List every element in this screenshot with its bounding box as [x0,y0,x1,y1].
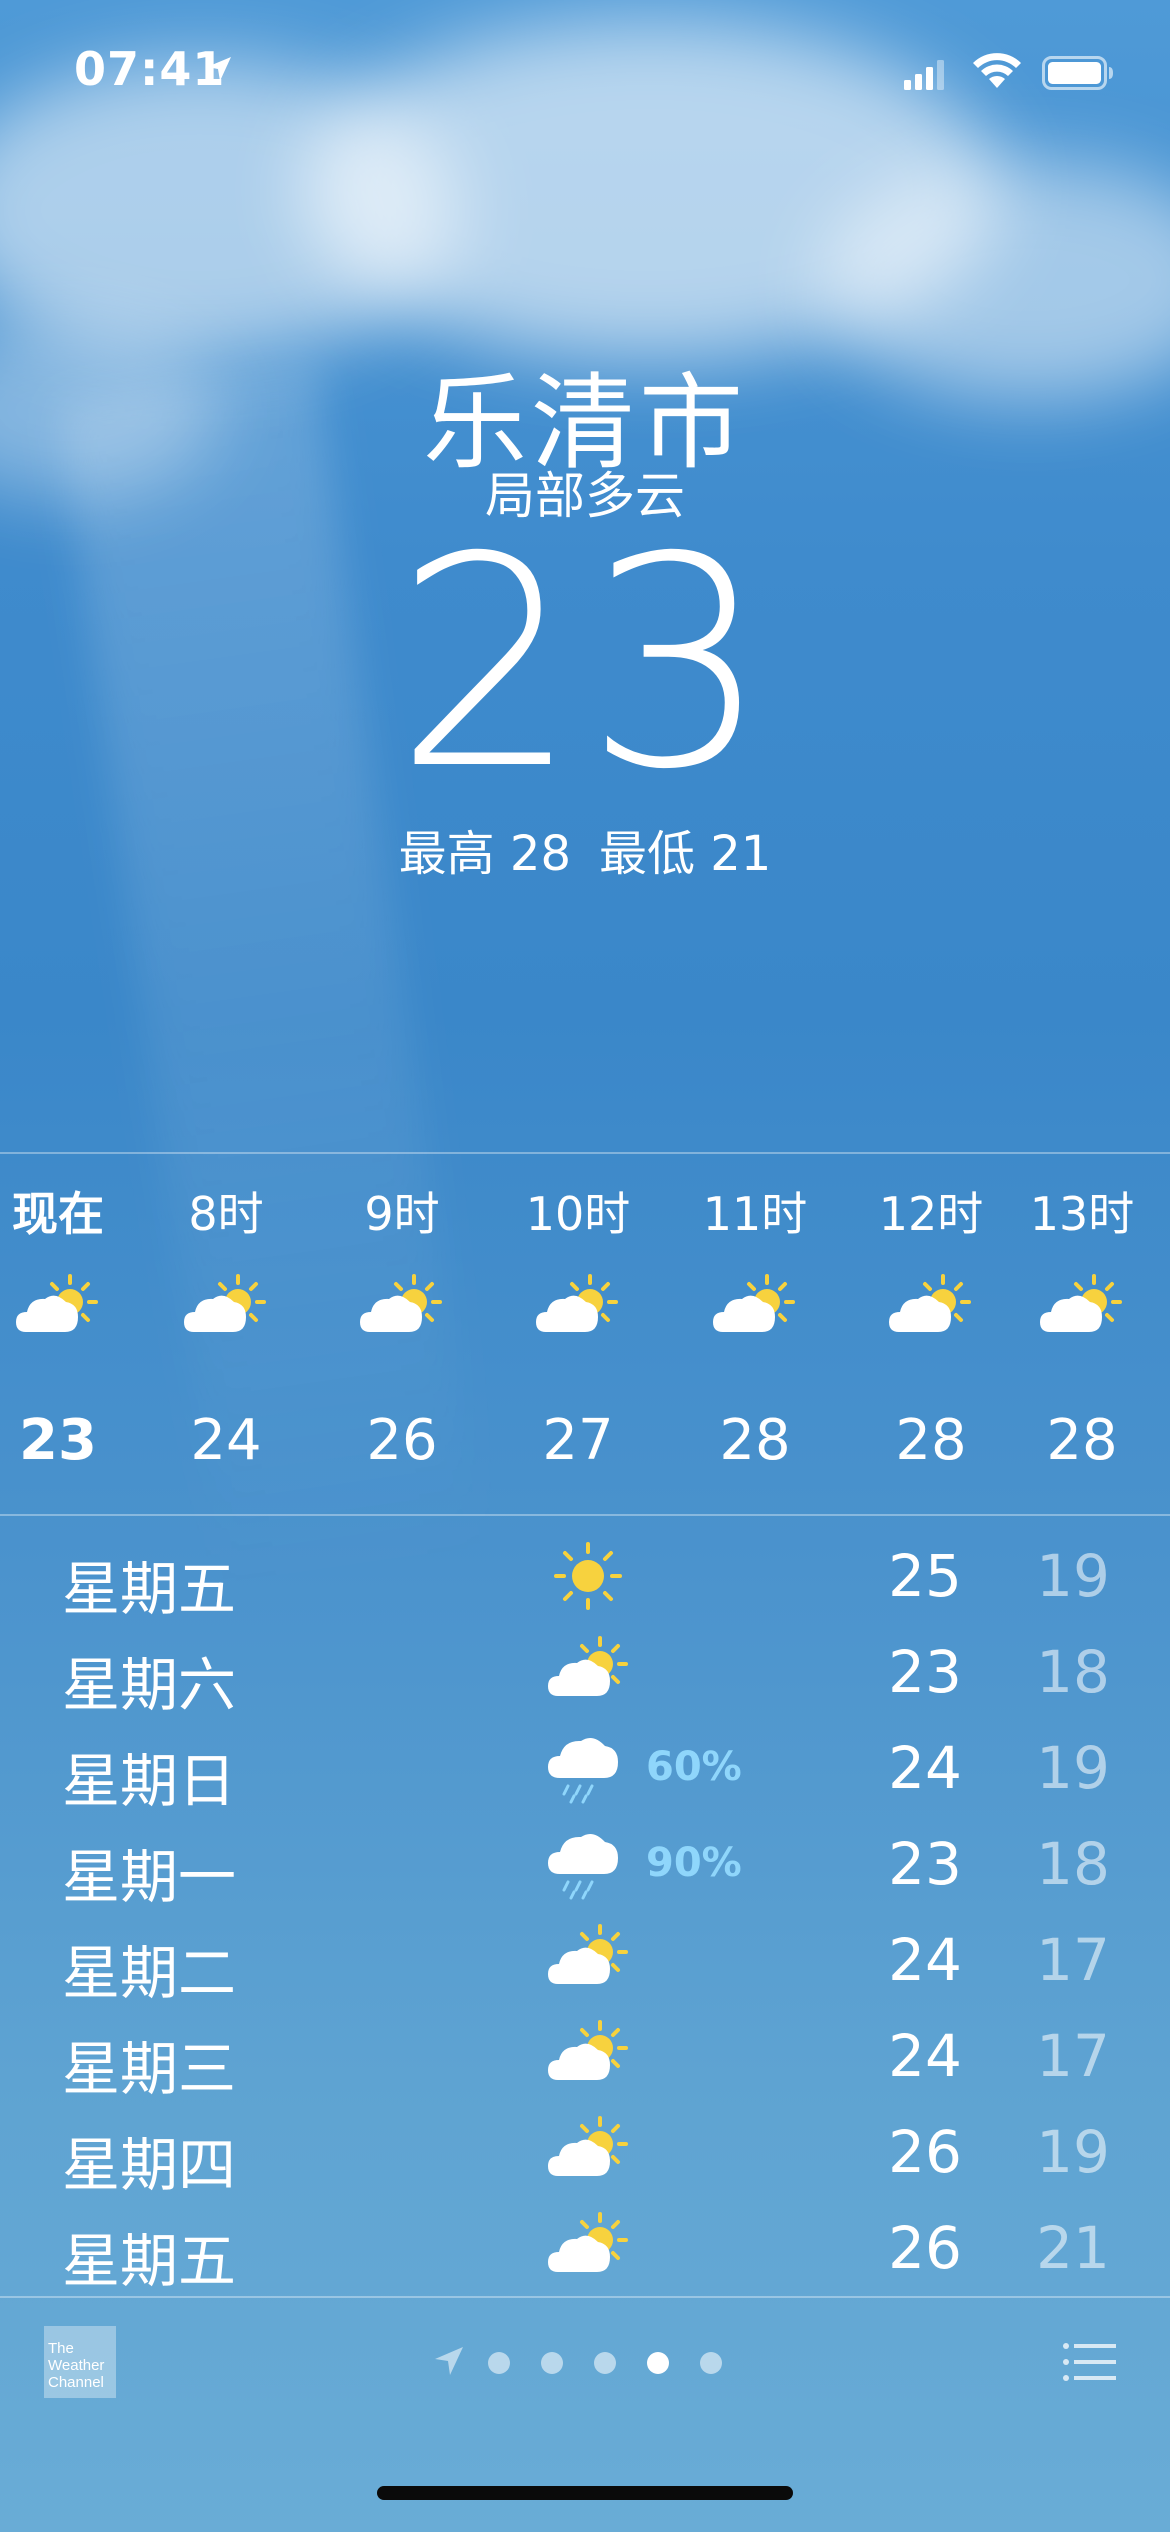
logo-text-line: Channel [48,2374,104,2391]
cellular-signal-icon [904,60,944,90]
list-icon[interactable] [1062,2340,1118,2384]
day-low: 19 [1036,2118,1110,2186]
hourly-item: 9时 26 [314,1156,490,1516]
day-low: 18 [1036,1638,1110,1706]
daily-row: 星期日 60% 24 19 [0,1720,1170,1816]
hour-label: 9时 [364,1187,440,1241]
page-dot[interactable] [541,2352,563,2374]
day-name: 星期五 [62,1555,237,1623]
hour-temperature: 27 [542,1408,614,1473]
partly-cloudy-day-icon [713,1274,795,1334]
current-location-icon[interactable] [432,2344,466,2378]
day-name: 星期四 [62,2131,237,2199]
hour-temperature: 28 [1046,1408,1118,1473]
high-temperature: 最高 28 [398,826,571,882]
page-indicator[interactable] [432,2342,752,2382]
location-arrow-icon [207,57,231,81]
divider [0,2296,1170,2298]
precipitation-chance: 60% [646,1744,742,1790]
sunny-icon [554,1542,622,1610]
daily-row: 星期四 26 19 [0,2104,1170,2200]
daily-row: 星期三 24 17 [0,2008,1170,2104]
day-name: 星期六 [62,1651,237,1719]
day-high: 26 [888,2214,962,2282]
low-temperature: 最低 21 [599,826,772,882]
hour-temperature: 23 [19,1408,97,1473]
day-name: 星期一 [62,1843,237,1911]
hour-label: 13时 [1029,1187,1135,1241]
day-high: 25 [888,1542,962,1610]
partly-cloudy-day-icon [548,2020,628,2082]
hour-temperature: 28 [895,1408,967,1473]
hourly-item: 11时 28 [667,1156,843,1516]
hourly-forecast[interactable]: 现在 23 8时 24 9时 26 10时 27 11时 28 12时 28 1… [0,1156,1170,1516]
status-time: 07:41 [74,42,226,96]
day-high: 24 [888,1926,962,1994]
day-name: 星期三 [62,2035,237,2103]
weather-screen: 07:41 乐清市 局部多云 23 最高 28 最低 21 现在 23 8时 2… [0,0,1170,2532]
precipitation-chance: 90% [646,1840,742,1886]
hour-temperature: 26 [366,1408,438,1473]
page-dot[interactable] [594,2352,616,2374]
logo-text-line: Weather [48,2357,105,2374]
hour-label: 12时 [878,1187,984,1241]
partly-cloudy-day-icon [1040,1274,1122,1334]
hourly-item: 13时 28 [994,1156,1170,1516]
daily-row: 星期一 90% 23 18 [0,1816,1170,1912]
logo-text: The Weather Channel [48,2340,104,2391]
rain-icon [548,1832,620,1900]
day-low: 18 [1036,1830,1110,1898]
hourly-item: 8时 24 [138,1156,314,1516]
day-low: 17 [1036,1926,1110,1994]
day-low: 21 [1036,2214,1110,2282]
hour-label: 现在 [12,1187,104,1241]
partly-cloudy-day-icon [548,2212,628,2274]
home-indicator[interactable] [377,2486,793,2500]
daily-row: 星期六 23 18 [0,1624,1170,1720]
partly-cloudy-day-icon [536,1274,618,1334]
current-temperature: 23 [394,496,776,833]
daily-row: 星期五 26 21 [0,2200,1170,2296]
day-name: 星期二 [62,1939,237,2007]
partly-cloudy-day-icon [548,1924,628,1986]
divider [0,1514,1170,1516]
daily-row: 星期五 25 19 [0,1528,1170,1624]
weather-channel-logo[interactable]: The Weather Channel [44,2326,116,2398]
hourly-item: 12时 28 [843,1156,1019,1516]
divider [0,1152,1170,1154]
high-low-temperature: 最高 28 最低 21 [0,814,1170,884]
page-dot-active[interactable] [647,2352,669,2374]
day-name: 星期五 [62,2227,237,2295]
day-high: 24 [888,1734,962,1802]
rain-icon [548,1736,620,1804]
hourly-item-now: 现在 23 [0,1156,146,1516]
logo-text-line: The [48,2340,74,2357]
hour-label: 10时 [525,1187,631,1241]
hour-temperature: 24 [190,1408,262,1473]
day-high: 23 [888,1830,962,1898]
day-name: 星期日 [62,1747,237,1815]
day-low: 19 [1036,1734,1110,1802]
partly-cloudy-day-icon [548,2116,628,2178]
daily-row: 星期二 24 17 [0,1912,1170,2008]
day-low: 19 [1036,1542,1110,1610]
partly-cloudy-day-icon [16,1274,98,1334]
partly-cloudy-day-icon [889,1274,971,1334]
day-high: 24 [888,2022,962,2090]
day-low: 17 [1036,2022,1110,2090]
hour-label: 11时 [702,1187,808,1241]
hourly-item: 10时 27 [490,1156,666,1516]
battery-icon [1042,56,1113,90]
hour-temperature: 28 [719,1408,791,1473]
partly-cloudy-day-icon [548,1636,628,1698]
hour-label: 8时 [188,1187,264,1241]
wifi-icon [973,53,1021,88]
page-dot[interactable] [700,2352,722,2374]
day-high: 23 [888,1638,962,1706]
day-high: 26 [888,2118,962,2186]
partly-cloudy-day-icon [360,1274,442,1334]
partly-cloudy-day-icon [184,1274,266,1334]
page-dot[interactable] [488,2352,510,2374]
